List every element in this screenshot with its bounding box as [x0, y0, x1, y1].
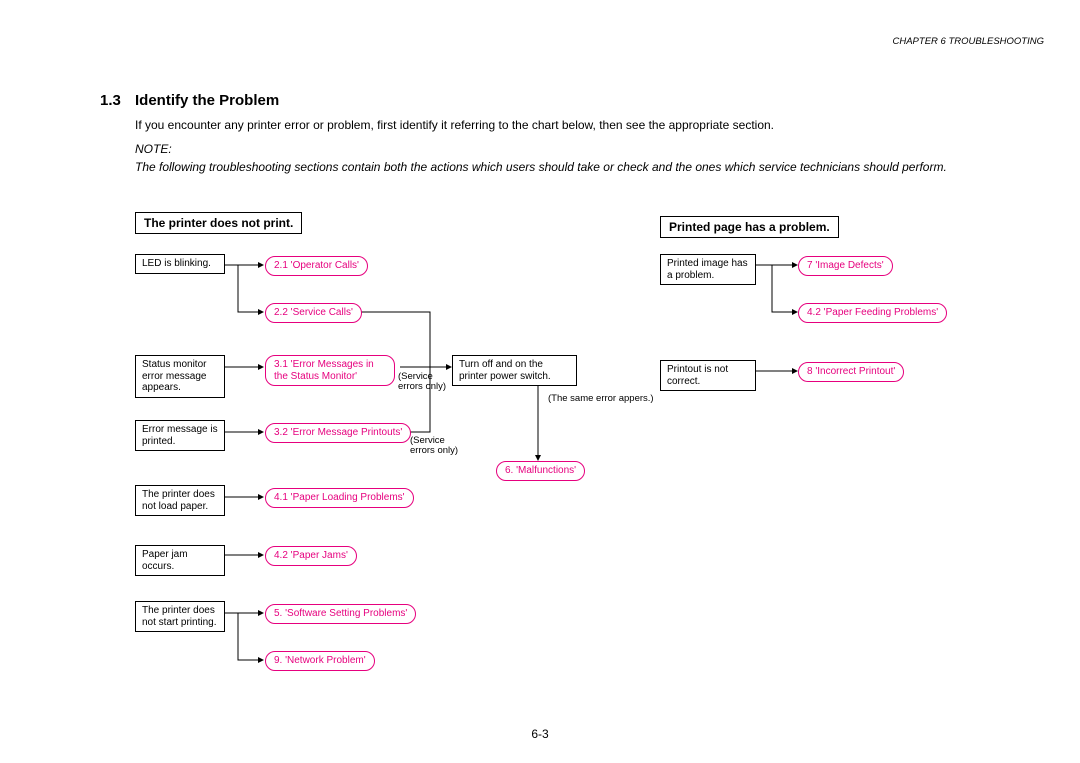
- note-body: The following troubleshooting sections c…: [135, 160, 1043, 176]
- sym-nostart: The printer does not start printing.: [135, 601, 225, 632]
- act-network-problem: 9. 'Network Problem': [265, 651, 375, 671]
- act-error-messages-monitor: 3.1 'Error Messages in the Status Monito…: [265, 355, 395, 386]
- chapter-header: CHAPTER 6 TROUBLESHOOTING: [893, 36, 1045, 47]
- sym-errmsg: Error message is printed.: [135, 420, 225, 451]
- sym-printed-image: Printed image has a problem.: [660, 254, 756, 285]
- intro-text: If you encounter any printer error or pr…: [135, 118, 1035, 132]
- act-paper-feeding-problems: 4.2 'Paper Feeding Problems': [798, 303, 947, 323]
- note-service-errors-1: (Service errors only): [398, 372, 453, 393]
- sym-status: Status monitor error message appears.: [135, 355, 225, 398]
- act-error-message-printouts: 3.2 'Error Message Printouts': [265, 423, 411, 443]
- act-paper-jams: 4.2 'Paper Jams': [265, 546, 357, 566]
- note-service-errors-2: (Service errors only): [410, 436, 465, 457]
- act-service-calls: 2.2 'Service Calls': [265, 303, 362, 323]
- section-title: Identify the Problem: [135, 92, 279, 109]
- note-same-error: (The same error appers.): [548, 394, 654, 404]
- act-image-defects: 7 'Image Defects': [798, 256, 893, 276]
- sym-led: LED is blinking.: [135, 254, 225, 274]
- act-paper-loading-problems: 4.1 'Paper Loading Problems': [265, 488, 414, 508]
- act-software-setting-problems: 5. 'Software Setting Problems': [265, 604, 416, 624]
- section-number: 1.3: [100, 92, 121, 109]
- sym-incorrect: Printout is not correct.: [660, 360, 756, 391]
- note-label: NOTE:: [135, 142, 172, 156]
- left-header: The printer does not print.: [135, 212, 302, 234]
- sym-jam: Paper jam occurs.: [135, 545, 225, 576]
- act-incorrect-printout: 8 'Incorrect Printout': [798, 362, 904, 382]
- sym-noload: The printer does not load paper.: [135, 485, 225, 516]
- right-header: Printed page has a problem.: [660, 216, 839, 238]
- act-malfunctions: 6. 'Malfunctions': [496, 461, 585, 481]
- act-operator-calls: 2.1 'Operator Calls': [265, 256, 368, 276]
- page-number: 6-3: [0, 727, 1080, 741]
- act-toggle-power: Turn off and on the printer power switch…: [452, 355, 577, 386]
